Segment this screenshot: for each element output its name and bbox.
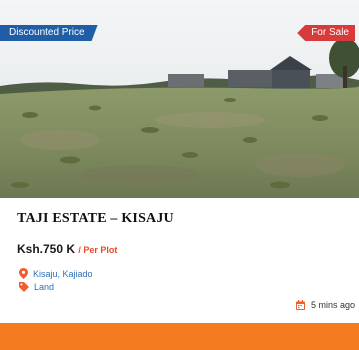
location-text: Kisaju, Kajiado	[33, 268, 93, 279]
price-row: Ksh.750 K / Per Plot	[17, 242, 117, 256]
listing-category[interactable]: Land	[19, 282, 54, 292]
tag-icon	[19, 282, 29, 292]
posted-time-text: 5 mins ago	[310, 300, 355, 310]
category-text: Land	[34, 282, 55, 292]
listing-location[interactable]: Kisaju, Kajiado	[19, 268, 93, 279]
calendar-icon	[295, 300, 305, 310]
price-unit: / Per Plot	[78, 245, 118, 255]
for-sale-badge: For Sale	[297, 25, 355, 41]
listing-price: Ksh.750 K	[17, 242, 76, 256]
map-pin-icon	[19, 268, 28, 279]
listing-title[interactable]: TAJI ESTATE – KISAJU	[17, 211, 174, 227]
bottom-action-bar[interactable]	[0, 323, 359, 350]
listing-card[interactable]: Discounted Price For Sale TAJI ESTATE – …	[0, 0, 359, 350]
posted-time: 5 mins ago	[295, 300, 355, 310]
discounted-price-badge: Discounted Price	[0, 25, 98, 41]
